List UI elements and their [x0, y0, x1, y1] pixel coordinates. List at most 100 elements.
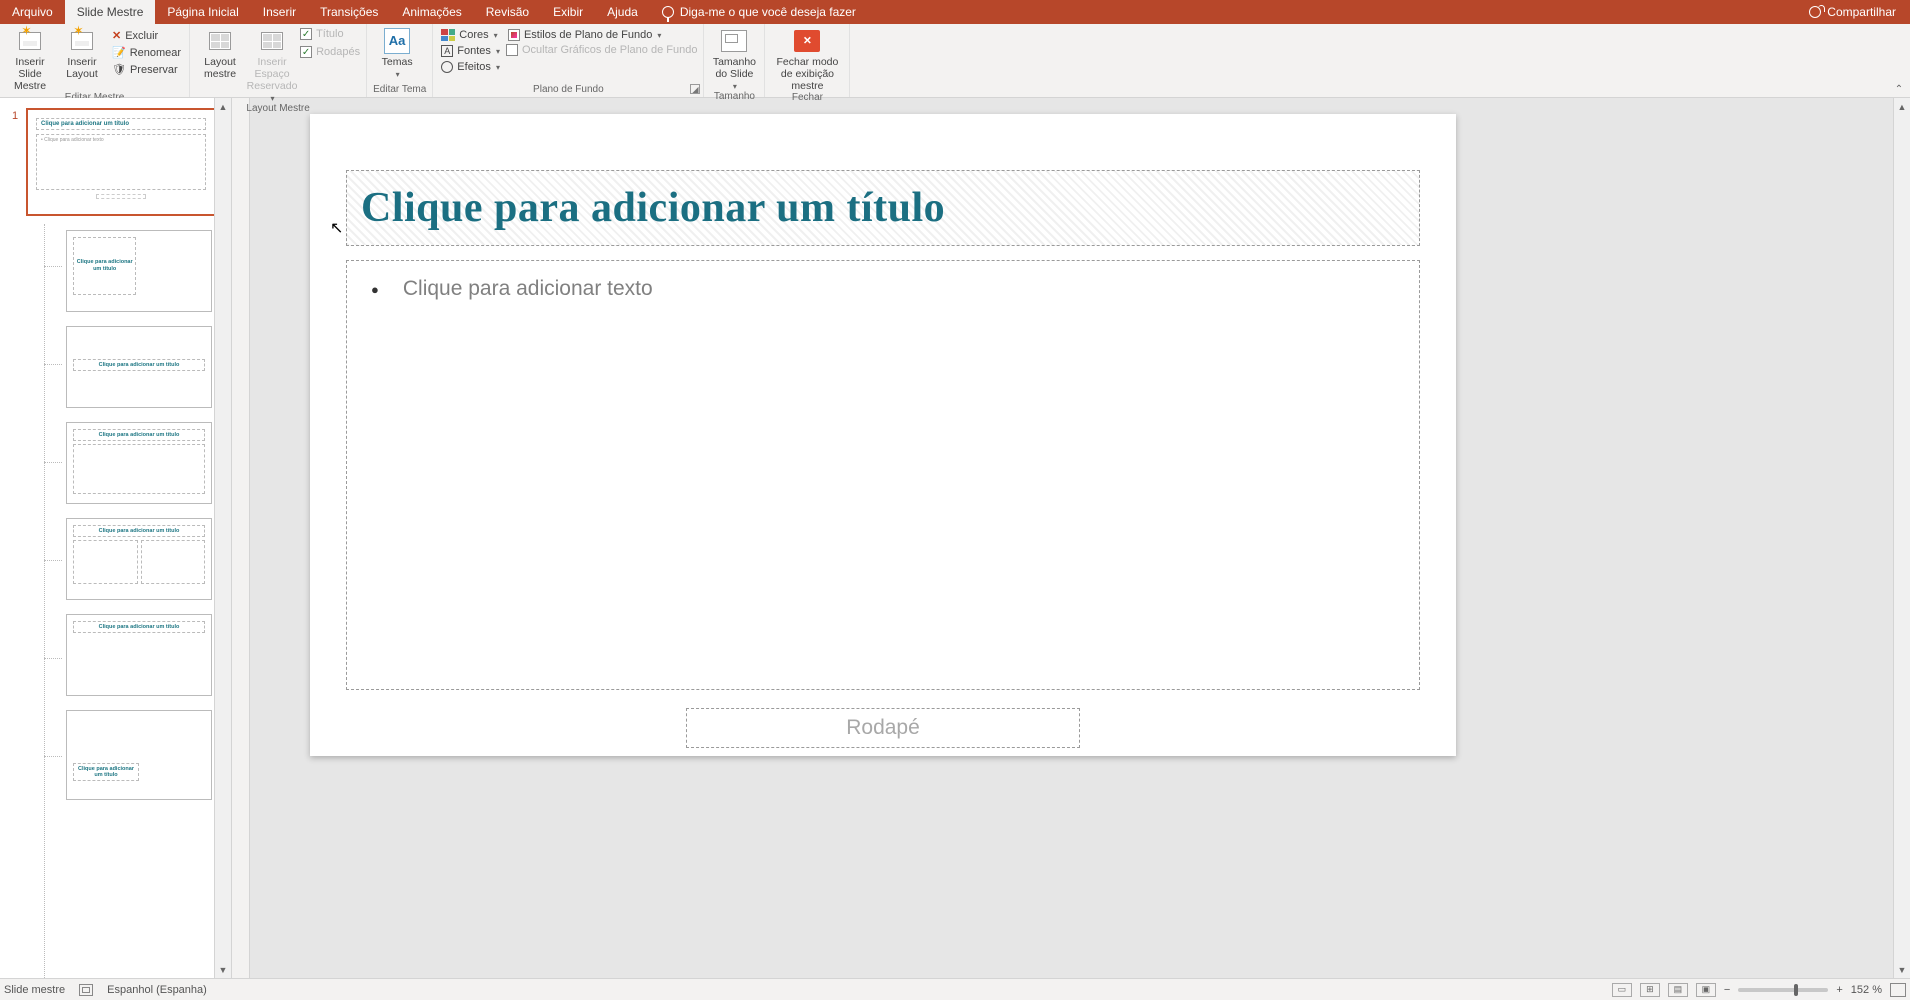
scroll-down-button[interactable]: ▼ [1894, 961, 1910, 978]
colors-icon [441, 29, 455, 41]
placeholder-icon [259, 28, 285, 54]
tamanho-slide-button[interactable]: Tamanho do Slide ▾ [710, 28, 758, 91]
status-language[interactable]: Espanhol (Espanha) [107, 984, 207, 996]
thumb-title: Clique para adicionar um título [73, 237, 136, 295]
layout-thumbnail-3[interactable]: Clique para adicionar um título [66, 422, 212, 504]
scroll-down-button[interactable]: ▼ [215, 961, 231, 978]
tab-revisao[interactable]: Revisão [474, 0, 541, 24]
thumb-body: • Clique para adicionar texto [36, 134, 206, 190]
tab-slide-mestre[interactable]: Slide Mestre [65, 0, 156, 24]
scroll-up-button[interactable]: ▲ [215, 98, 231, 115]
effects-icon [441, 61, 453, 73]
master-index: 1 [12, 110, 18, 122]
fechar-modo-exibicao-mestre-button[interactable]: ✕ Fechar modo de exibição mestre [771, 28, 843, 92]
layout-thumbnail-5[interactable]: Clique para adicionar um título [66, 614, 212, 696]
chevron-down-icon: ▾ [657, 31, 661, 40]
thumb-body [73, 444, 205, 494]
group-title: Editar Tema [373, 84, 426, 97]
slide-sorter-view-button[interactable]: ⊞ [1640, 983, 1660, 997]
preservar-button[interactable]: 🛡 Preservar [110, 62, 183, 77]
layout-thumbnail-4[interactable]: Clique para adicionar um título [66, 518, 212, 600]
layout-thumbnail-6[interactable]: Clique para adicionar um título [66, 710, 212, 800]
tab-bar: Arquivo Slide Mestre Página Inicial Inse… [0, 0, 1910, 24]
normal-view-button[interactable]: ▭ [1612, 983, 1632, 997]
fit-to-window-button[interactable] [1890, 983, 1906, 997]
excluir-button[interactable]: ✕ Excluir [110, 28, 183, 43]
vertical-gutter [232, 98, 250, 978]
slideshow-view-button[interactable]: ▣ [1696, 983, 1716, 997]
tell-me-search[interactable]: Diga-me o que você deseja fazer [650, 0, 868, 24]
label: Renomear [130, 47, 181, 59]
inserir-layout-button[interactable]: Inserir Layout [58, 28, 106, 80]
renomear-button[interactable]: 📝Renomear [110, 45, 183, 60]
thumb-col [141, 540, 206, 584]
share-label: Compartilhar [1827, 5, 1896, 19]
label: Temas [382, 56, 413, 68]
thumb-title: Clique para adicionar um título [73, 359, 205, 371]
tab-transicoes[interactable]: Transições [308, 0, 390, 24]
tab-pagina-inicial[interactable]: Página Inicial [155, 0, 250, 24]
canvas-area: Clique para adicionar um título Clique p… [250, 98, 1910, 978]
layout-thumbnail-2[interactable]: Clique para adicionar um título [66, 326, 212, 408]
tab-ajuda[interactable]: Ajuda [595, 0, 650, 24]
footer-placeholder[interactable]: Rodapé [686, 708, 1080, 748]
temas-button[interactable]: Aa Temas ▾ [373, 28, 421, 79]
scroll-track[interactable] [1894, 115, 1910, 961]
label: Inserir Slide Mestre [6, 56, 54, 92]
thumbnail-scrollbar[interactable]: ▲ ▼ [214, 98, 231, 978]
body-placeholder[interactable]: Clique para adicionar texto [346, 260, 1420, 690]
dialog-launcher-button[interactable]: ◢ [690, 84, 700, 94]
label: Título [316, 28, 344, 40]
ocultar-graficos-checkbox: Ocultar Gráficos de Plano de Fundo [506, 44, 697, 56]
fontes-button[interactable]: AFontes▾ [439, 44, 502, 58]
tree-connector [44, 364, 62, 365]
layout-mestre-button[interactable]: Layout mestre [196, 28, 244, 80]
canvas-viewport[interactable]: Clique para adicionar um título Clique p… [250, 98, 1893, 978]
slide-master-canvas[interactable]: Clique para adicionar um título Clique p… [310, 114, 1456, 756]
close-master-icon: ✕ [794, 28, 820, 54]
ribbon: Inserir Slide Mestre Inserir Layout ✕ Exc… [0, 24, 1910, 98]
canvas-scrollbar[interactable]: ▲ ▼ [1893, 98, 1910, 978]
reading-view-button[interactable]: ▤ [1668, 983, 1688, 997]
group-layout-mestre: Layout mestre Inserir Espaço Reservado ▾… [190, 24, 367, 97]
thumb-title: Clique para adicionar um título [73, 525, 205, 537]
label: Preservar [130, 64, 178, 76]
tab-arquivo[interactable]: Arquivo [0, 0, 65, 24]
chevron-down-icon: ▾ [396, 70, 400, 79]
chevron-down-icon: ▾ [496, 63, 500, 72]
lightbulb-icon [662, 6, 674, 18]
tab-animacoes[interactable]: Animações [390, 0, 473, 24]
share-button[interactable]: Compartilhar [1795, 0, 1910, 24]
collapse-ribbon-button[interactable]: ⌃ [1888, 24, 1910, 97]
tree-connector [44, 756, 62, 757]
master-slide-thumbnail[interactable]: 1 Clique para adicionar um título • Cliq… [26, 108, 216, 216]
zoom-out-button[interactable]: − [1724, 984, 1730, 996]
tree-connector [44, 658, 62, 659]
efeitos-button[interactable]: Efeitos▾ [439, 60, 502, 74]
zoom-level[interactable]: 152 % [1851, 984, 1882, 996]
slide-master-icon [17, 28, 43, 54]
layout-thumbnail-1[interactable]: Clique para adicionar um título [66, 230, 212, 312]
label: Ocultar Gráficos de Plano de Fundo [522, 44, 697, 56]
zoom-slider[interactable] [1738, 988, 1828, 992]
label: Estilos de Plano de Fundo [524, 29, 652, 41]
footer-placeholder-text: Rodapé [846, 716, 920, 740]
cores-button[interactable]: Cores▾ [439, 28, 502, 42]
zoom-in-button[interactable]: + [1836, 984, 1842, 996]
thumb-title: Clique para adicionar um título [73, 429, 205, 441]
inserir-slide-mestre-button[interactable]: Inserir Slide Mestre [6, 28, 54, 92]
tree-connector [44, 266, 62, 267]
title-placeholder-text: Clique para adicionar um título [361, 184, 945, 232]
estilos-plano-fundo-button[interactable]: Estilos de Plano de Fundo ▾ [506, 28, 697, 42]
thumb-title: Clique para adicionar um título [36, 118, 206, 130]
tab-exibir[interactable]: Exibir [541, 0, 595, 24]
delete-icon: ✕ [112, 29, 121, 42]
title-placeholder[interactable]: Clique para adicionar um título [346, 170, 1420, 246]
tab-inserir[interactable]: Inserir [251, 0, 308, 24]
label: Excluir [125, 30, 158, 42]
fonts-icon: A [441, 45, 453, 57]
scroll-up-button[interactable]: ▲ [1894, 98, 1910, 115]
master-layout-icon [207, 28, 233, 54]
thumb-spacer [73, 717, 205, 763]
preserve-icon: 🛡 [112, 63, 126, 76]
